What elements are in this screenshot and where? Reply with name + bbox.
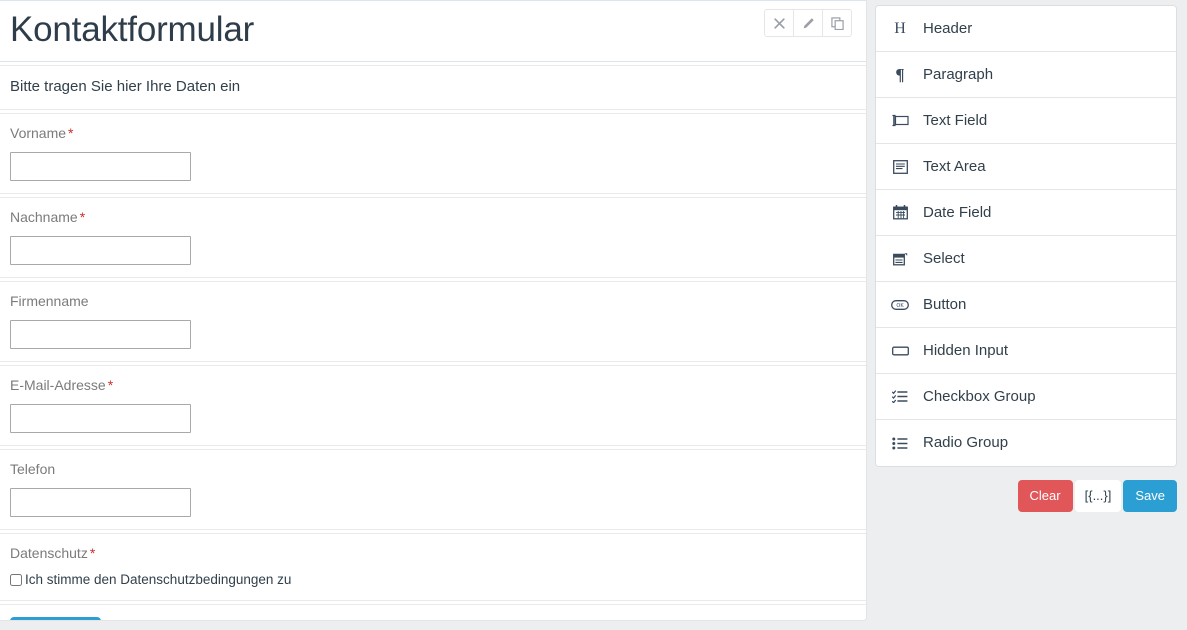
field-label-text: Nachname bbox=[10, 209, 78, 225]
select-icon bbox=[890, 252, 910, 266]
form-element-checkbox-datenschutz[interactable]: Datenschutz * Ich stimme den Datenschutzb… bbox=[0, 533, 866, 601]
field-label: Nachname * bbox=[10, 208, 858, 227]
form-element-submit-button[interactable]: Absenden bbox=[0, 604, 866, 620]
palette-item-label: Radio Group bbox=[923, 434, 1009, 451]
close-icon-button[interactable] bbox=[764, 9, 794, 37]
form-element-paragraph[interactable]: Bitte tragen Sie hier Ihre Daten ein bbox=[0, 65, 866, 110]
palette-item-checkbox-group[interactable]: Checkbox Group bbox=[876, 374, 1176, 420]
checkbox-option-label: Ich stimme den Datenschutzbedingungen zu bbox=[25, 572, 292, 587]
field-label: Datenschutz * bbox=[10, 544, 858, 563]
copy-icon-button[interactable] bbox=[822, 9, 852, 37]
form-element-field-vorname[interactable]: Vorname * bbox=[0, 113, 866, 194]
button-icon: OK bbox=[890, 299, 910, 310]
field-label: Firmenname bbox=[10, 292, 858, 311]
paragraph-icon: ¶ bbox=[895, 65, 905, 84]
form-canvas: Kontaktformular Bitte tragen Sie hier Ih… bbox=[0, 0, 867, 621]
field-label: Telefon bbox=[10, 460, 858, 479]
palette-item-header[interactable]: H Header bbox=[876, 6, 1176, 52]
firmenname-input[interactable] bbox=[10, 320, 191, 349]
form-element-header[interactable]: Kontaktformular bbox=[0, 0, 866, 62]
calendar-icon bbox=[890, 205, 910, 220]
required-marker: * bbox=[107, 377, 114, 393]
field-label: E-Mail-Adresse * bbox=[10, 376, 858, 395]
clear-button[interactable]: Clear bbox=[1017, 480, 1073, 512]
palette-item-text-field[interactable]: Text Field bbox=[876, 98, 1176, 144]
palette-item-date-field[interactable]: Date Field bbox=[876, 190, 1176, 236]
palette-item-label: Header bbox=[923, 19, 973, 37]
svg-text:OK: OK bbox=[896, 303, 904, 309]
palette-item-text-area[interactable]: Text Area bbox=[876, 144, 1176, 190]
field-label: Vorname * bbox=[10, 124, 858, 143]
field-label-text: E-Mail-Adresse bbox=[10, 377, 106, 393]
email-input[interactable] bbox=[10, 404, 191, 433]
json-view-button[interactable]: [{...}] bbox=[1074, 480, 1122, 512]
palette-item-label: Date Field bbox=[923, 203, 992, 221]
palette-item-label: Button bbox=[923, 295, 967, 313]
datenschutz-checkbox[interactable] bbox=[10, 574, 22, 586]
palette-action-bar: Clear [{...}] Save bbox=[875, 480, 1177, 512]
field-label-text: Datenschutz bbox=[10, 545, 88, 561]
palette-item-label: Select bbox=[923, 249, 965, 267]
save-button[interactable]: Save bbox=[1123, 480, 1177, 512]
edit-icon-button[interactable] bbox=[793, 9, 823, 37]
paragraph-text: Bitte tragen Sie hier Ihre Daten ein bbox=[10, 78, 241, 95]
component-palette-panel: H Header ¶ Paragraph Text Field Text Are… bbox=[867, 0, 1179, 512]
field-label-text: Telefon bbox=[10, 461, 56, 477]
form-element-field-telefon[interactable]: Telefon bbox=[0, 449, 866, 530]
nachname-input[interactable] bbox=[10, 236, 191, 265]
vorname-input[interactable] bbox=[10, 152, 191, 181]
palette-item-label: Paragraph bbox=[923, 65, 994, 83]
component-palette-list: H Header ¶ Paragraph Text Field Text Are… bbox=[875, 5, 1177, 467]
palette-item-label: Text Area bbox=[923, 157, 986, 175]
palette-item-label: Text Field bbox=[923, 111, 988, 129]
hidden-input-icon bbox=[890, 346, 910, 356]
palette-item-button[interactable]: OK Button bbox=[876, 282, 1176, 328]
page-title: Kontaktformular bbox=[10, 10, 255, 49]
checkbox-list-icon bbox=[890, 390, 910, 403]
required-marker: * bbox=[89, 545, 96, 561]
text-field-icon bbox=[890, 114, 910, 127]
element-toolbar bbox=[764, 9, 852, 37]
radio-list-icon bbox=[890, 437, 910, 450]
header-icon: H bbox=[894, 19, 906, 37]
required-marker: * bbox=[79, 209, 86, 225]
palette-item-hidden-input[interactable]: Hidden Input bbox=[876, 328, 1176, 374]
field-label-text: Firmenname bbox=[10, 293, 89, 309]
form-element-field-email[interactable]: E-Mail-Adresse * bbox=[0, 365, 866, 446]
form-element-field-firmenname[interactable]: Firmenname bbox=[0, 281, 866, 362]
palette-item-label: Hidden Input bbox=[923, 341, 1009, 359]
telefon-input[interactable] bbox=[10, 488, 191, 517]
palette-item-select[interactable]: Select bbox=[876, 236, 1176, 282]
palette-item-paragraph[interactable]: ¶ Paragraph bbox=[876, 52, 1176, 98]
text-area-icon bbox=[890, 159, 910, 174]
form-builder-app: Kontaktformular Bitte tragen Sie hier Ih… bbox=[0, 0, 1187, 630]
palette-item-radio-group[interactable]: Radio Group bbox=[876, 420, 1176, 466]
form-element-field-nachname[interactable]: Nachname * bbox=[0, 197, 866, 278]
field-label-text: Vorname bbox=[10, 125, 67, 141]
checkbox-option-row: Ich stimme den Datenschutzbedingungen zu bbox=[10, 572, 858, 588]
submit-button[interactable]: Absenden bbox=[10, 617, 102, 620]
palette-item-label: Checkbox Group bbox=[923, 387, 1036, 405]
required-marker: * bbox=[68, 125, 74, 141]
